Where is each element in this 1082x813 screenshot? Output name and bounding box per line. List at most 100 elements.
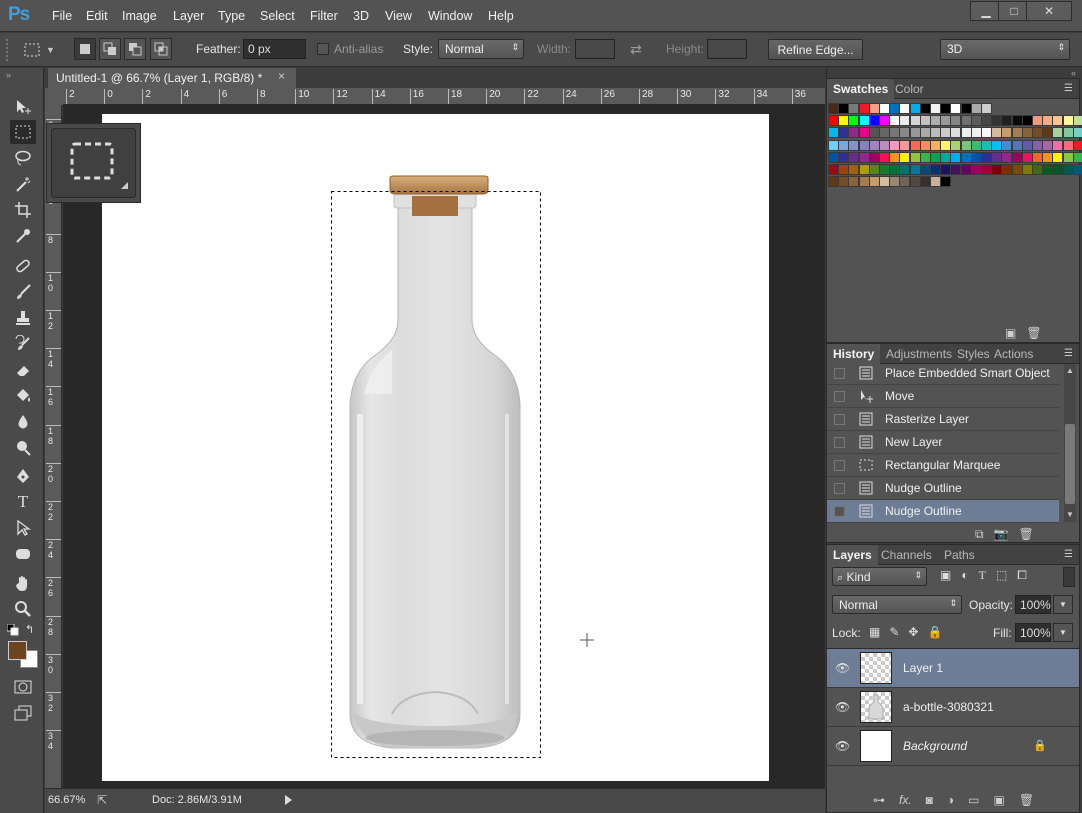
tab-actions[interactable]: Actions [994,344,1033,364]
adjustment-layer-icon[interactable]: ◑ [947,793,954,807]
trash-icon[interactable]: 🗑 [1026,326,1041,340]
width-input[interactable] [575,39,615,59]
visibility-eye-icon[interactable]: 👁 [835,700,851,714]
adjustment-filter-icon[interactable]: ◐ [961,568,968,583]
vertical-ruler[interactable]: 24681 01 21 41 61 82 02 22 42 62 83 03 2… [45,105,62,788]
lock-pixels-brush-icon[interactable]: ✎ [889,625,899,639]
type-tool[interactable]: T [10,490,36,514]
history-item[interactable]: Place Embedded Smart Object [827,362,1059,385]
refine-edge-button[interactable]: Refine Edge... [768,39,863,60]
color-swatch[interactable] [981,103,992,114]
history-item[interactable]: Rectangular Marquee [827,454,1059,477]
tab-layers[interactable]: Layers [827,545,878,565]
dodge-tool[interactable] [10,436,36,460]
screen-mode-button[interactable] [10,701,36,725]
lock-position-icon[interactable]: ✥ [908,625,918,639]
fill-slider-toggle[interactable]: ▼ [1053,623,1073,642]
pen-tool[interactable] [10,464,36,488]
menu-filter[interactable]: Filter [310,9,338,23]
document-tab[interactable]: Untitled-1 @ 66.7% (Layer 1, RGB/8) * [48,68,296,88]
history-source-checkbox[interactable] [834,391,845,402]
panel-menu-icon[interactable]: ☰ [1064,549,1073,560]
menu-type[interactable]: Type [218,9,245,23]
history-item[interactable]: Move [827,385,1059,408]
zoom-level[interactable]: 66.67% [48,794,85,806]
menu-help[interactable]: Help [488,9,514,23]
antialias-checkbox[interactable] [317,43,329,55]
menu-3d[interactable]: 3D [353,9,369,23]
panel-menu-icon[interactable]: ☰ [1064,348,1073,359]
menu-layer[interactable]: Layer [173,9,204,23]
menu-select[interactable]: Select [260,9,295,23]
tab-paths[interactable]: Paths [944,545,975,565]
menu-file[interactable]: File [52,9,72,23]
scroll-up-icon[interactable]: ▲ [1066,366,1074,375]
height-input[interactable] [707,39,747,59]
brush-tool[interactable] [10,280,36,304]
history-source-checkbox[interactable] [834,506,845,517]
zoom-tool[interactable] [10,597,36,621]
blur-tool[interactable] [10,410,36,434]
layer-style-fx-icon[interactable]: fx. [899,793,912,807]
tab-styles[interactable]: Styles [957,344,990,364]
default-colors-icon[interactable] [6,623,19,639]
trash-icon[interactable]: 🗑 [1019,793,1034,807]
export-icon[interactable]: ⇱ [97,793,107,807]
horizontal-ruler[interactable]: 2 0 2 4 6 8 10 12 14 16 18 20 22 24 26 28 30 32 34 36 [63,88,825,105]
path-selection-tool[interactable] [10,516,36,540]
document-canvas[interactable] [102,114,769,781]
color-swatch[interactable] [1072,127,1082,139]
style-dropdown[interactable]: Normal ⇕ [438,39,524,59]
intersect-selection-button[interactable] [150,38,172,60]
hand-tool[interactable] [10,571,36,595]
layer-row-background[interactable]: 👁 Background 🔒 [827,727,1079,766]
layer-row-layer-1[interactable]: 👁 Layer 1 [827,649,1079,688]
healing-brush-tool[interactable] [10,254,36,278]
foreground-color-swatch[interactable] [8,641,27,660]
collapse-toolbar-icon[interactable]: » [6,70,11,80]
close-document-button[interactable]: × [278,69,285,83]
collapse-dock-icon[interactable]: « [1071,68,1076,78]
workspace-dropdown[interactable]: 3D ⇕ [940,39,1070,60]
swap-dimensions-icon[interactable]: ⇄ [630,41,642,58]
history-scrollbar[interactable]: ▲ ▼ [1064,364,1076,522]
smart-object-filter-icon[interactable]: ⧠ [1017,568,1027,583]
history-source-checkbox[interactable] [834,437,845,448]
menu-window[interactable]: Window [428,9,472,23]
opacity-input[interactable]: 100% [1015,595,1051,614]
swap-colors-icon[interactable]: ↰ [25,623,34,636]
magic-wand-tool[interactable] [10,172,36,196]
history-item[interactable]: Rasterize Layer [827,408,1059,431]
lock-all-icon[interactable]: 🔒 [927,625,942,639]
color-swatch[interactable] [940,176,952,188]
shape-filter-icon[interactable]: ⬚ [996,568,1007,583]
color-swatch[interactable] [1072,151,1082,163]
add-selection-button[interactable] [99,38,121,60]
subtract-selection-button[interactable] [124,38,146,60]
layer-row-bottle[interactable]: 👁 a-bottle-3080321 [827,688,1079,727]
blend-mode-dropdown[interactable]: Normal ⇕ [832,595,962,614]
fill-input[interactable]: 100% [1015,623,1051,642]
snapshot-camera-icon[interactable]: 📷 [994,527,1009,542]
color-swatch[interactable] [1072,164,1082,175]
crop-tool[interactable] [10,198,36,222]
history-source-checkbox[interactable] [834,414,845,425]
feather-input[interactable] [243,39,306,59]
link-layers-icon[interactable]: ⊶ [873,793,885,807]
menu-view[interactable]: View [385,9,412,23]
tab-channels[interactable]: Channels [881,545,932,565]
type-filter-icon[interactable]: T [979,568,986,583]
color-swatch[interactable] [1072,139,1082,151]
filter-toggle[interactable] [1063,567,1075,587]
color-swatch[interactable] [1072,115,1082,127]
new-document-from-state-icon[interactable]: ⧉ [975,527,984,542]
add-mask-icon[interactable]: ◙ [926,793,933,807]
history-source-checkbox[interactable] [834,460,845,471]
quick-mask-button[interactable] [10,675,36,699]
history-source-checkbox[interactable] [834,368,845,379]
history-source-checkbox[interactable] [834,483,845,494]
tab-adjustments[interactable]: Adjustments [886,344,952,364]
scroll-thumb[interactable] [1065,424,1075,504]
lock-transparency-icon[interactable]: ▦ [869,625,880,639]
paint-bucket-tool[interactable] [10,384,36,408]
